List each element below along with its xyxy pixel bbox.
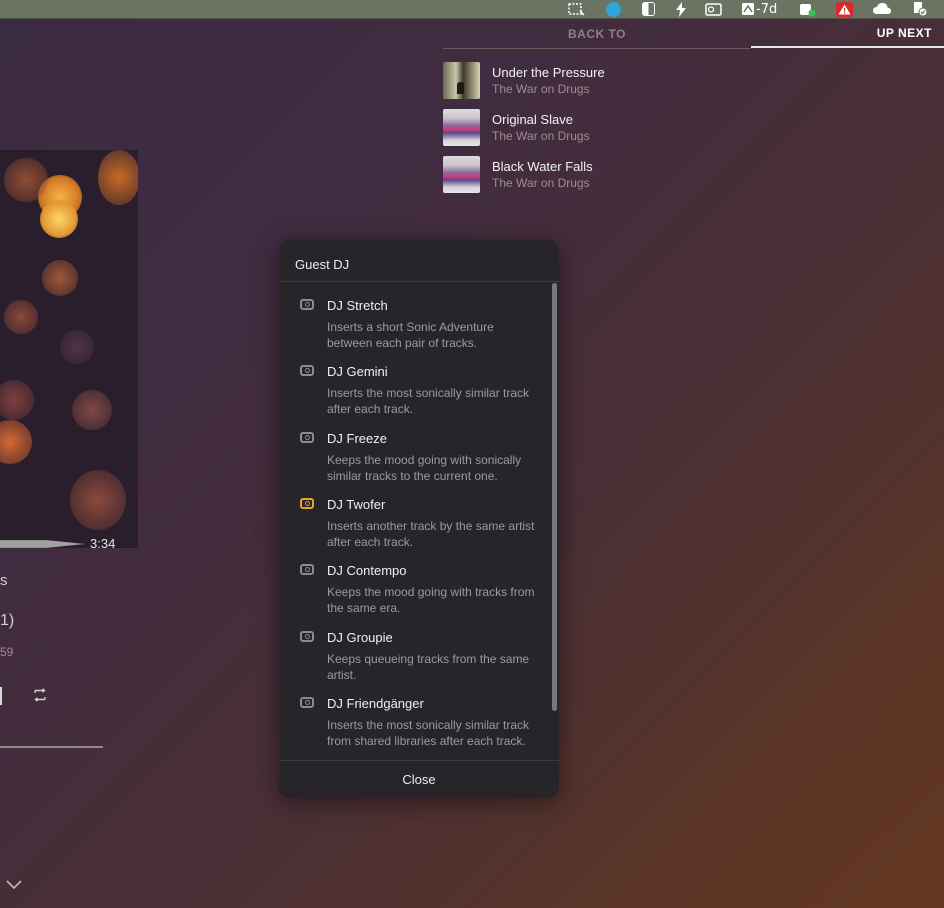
popup-scrollbar[interactable] [552,283,557,711]
dj-list: DJ Stretch Inserts a short Sonic Adventu… [279,282,549,760]
volume-slider[interactable] [0,746,103,748]
queue-item-artist: The War on Drugs [492,129,590,143]
album-thumbnail [443,62,480,99]
tab-up-next[interactable]: UP NEXT [751,19,944,48]
popup-header: Guest DJ [279,240,559,282]
dj-description: Keeps the mood going with tracks from th… [327,585,535,615]
queue-tabs: BACK TO UP NEXT [443,19,944,49]
track-title-fragment: s [0,572,8,589]
dj-description: Inserts the most sonically similar track… [327,386,530,416]
dj-description: Inserts a short Sonic Adventure between … [327,320,494,350]
repeat-icon[interactable] [32,688,48,706]
bolt-icon[interactable] [675,0,687,18]
calendar-icon[interactable]: -7d [741,0,777,18]
album-art [0,150,138,548]
screenshot-icon[interactable] [567,0,585,18]
tab-back-to[interactable]: BACK TO [443,19,751,49]
dj-name: DJ Twofer [327,497,386,512]
dj-name: DJ Freeze [327,431,387,446]
close-button[interactable]: Close [279,760,559,798]
queue-item-artist: The War on Drugs [492,176,590,190]
album-fragment: 1) [0,612,15,629]
queue-item-artist: The War on Drugs [492,82,590,96]
outlook-icon[interactable] [705,0,722,18]
dj-radio-icon [300,365,314,376]
dj-description: Keeps queueing tracks from the same arti… [327,652,530,682]
guest-dj-popup: Guest DJ DJ Stretch Inserts a short Soni… [279,240,559,798]
dj-radio-selected-icon [300,498,314,509]
dj-name: DJ Stretch [327,298,388,313]
year-fragment: 59 [0,645,14,659]
window-split-icon[interactable] [642,0,655,18]
dj-radio-icon [300,564,314,575]
shield-check-icon[interactable] [911,0,928,18]
queue-item[interactable]: Under the Pressure The War on Drugs [443,60,943,107]
warning-icon[interactable] [836,0,853,18]
dj-description: Inserts the most sonically similar track… [327,718,530,748]
calendar-label: -7d [756,1,778,17]
queue-item-title: Black Water Falls [492,159,593,174]
menu-bar: -7d [0,0,944,19]
play-control-edge[interactable] [0,687,2,705]
chevron-down-icon[interactable] [6,877,22,893]
dj-name: DJ Contempo [327,563,407,578]
dj-description: Inserts another track by the same artist… [327,519,535,549]
album-thumbnail [443,109,480,146]
dj-name: DJ Friendgänger [327,696,424,711]
album-thumbnail [443,156,480,193]
search-app-icon[interactable] [606,0,621,18]
queue-item-title: Under the Pressure [492,65,605,80]
queue-item[interactable]: Original Slave The War on Drugs [443,107,943,154]
queue-item-title: Original Slave [492,112,573,127]
up-next-list: Under the Pressure The War on Drugs Orig… [443,60,943,201]
teams-icon[interactable] [799,0,816,18]
dj-radio-icon [300,631,314,642]
dj-description: Keeps the mood going with sonically simi… [327,453,522,483]
dj-name: DJ Groupie [327,630,393,645]
track-duration: 3:34 [90,536,116,551]
dj-radio-icon [300,299,314,310]
dj-name: DJ Gemini [327,364,388,379]
popup-title: Guest DJ [295,257,350,272]
cloud-icon[interactable] [872,0,892,18]
dj-radio-icon [300,697,314,708]
queue-item[interactable]: Black Water Falls The War on Drugs [443,154,943,201]
dj-radio-icon [300,432,314,443]
